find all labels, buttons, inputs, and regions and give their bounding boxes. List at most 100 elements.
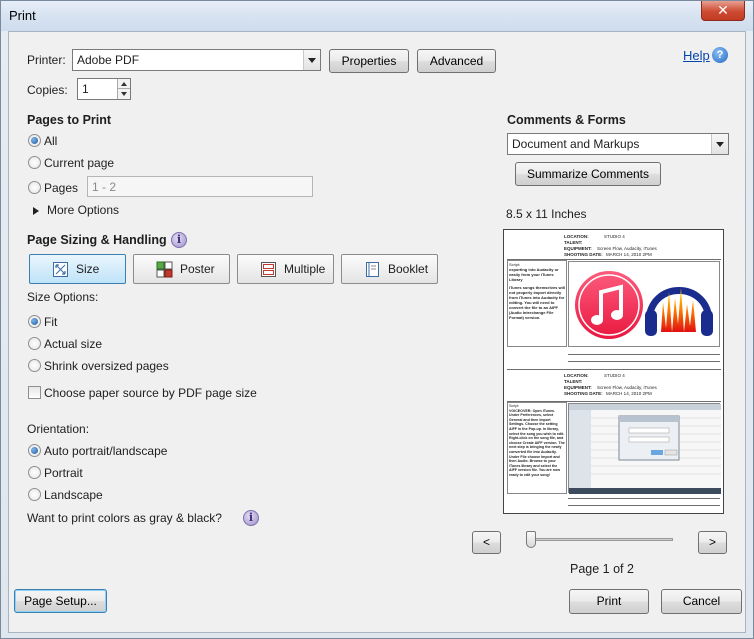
help-icon[interactable]: ? — [712, 47, 728, 63]
booklet-icon — [366, 262, 379, 277]
chevron-down-icon — [711, 134, 728, 154]
printer-label: Printer: — [27, 53, 66, 67]
page-slider-track[interactable] — [527, 538, 673, 541]
radio-all[interactable] — [28, 134, 41, 147]
radio-landscape[interactable] — [28, 488, 41, 501]
shrink-oversized-label[interactable]: Shrink oversized pages — [44, 359, 169, 373]
sheet1-script-text2: iTunes songs themselves will not properl… — [509, 285, 565, 320]
radio-pages[interactable] — [28, 181, 41, 194]
dialog-body: Printer: Adobe PDF Properties Advanced H… — [8, 31, 746, 633]
radio-shrink-oversized[interactable] — [28, 359, 41, 372]
copies-label: Copies: — [27, 83, 68, 97]
sheet1-script-text: exporting into Audacity or easily from y… — [509, 267, 559, 282]
tab-size-label: Size — [76, 262, 100, 276]
page-setup-button[interactable]: Page Setup... — [14, 589, 107, 613]
sheet2-script-text: VOICEOVER: Open iTunes. Under Preference… — [509, 408, 565, 477]
radio-auto-orientation[interactable] — [28, 444, 41, 457]
window-title: Print — [9, 8, 36, 23]
previous-page-button[interactable]: < — [472, 531, 501, 554]
current-page-label[interactable]: Current page — [44, 156, 114, 170]
auto-orientation-label[interactable]: Auto portrait/landscape — [44, 444, 167, 458]
sheet2-script-box: Script: VOICEOVER: Open iTunes. Under Pr… — [507, 402, 567, 494]
size-options-label: Size Options: — [27, 290, 99, 304]
next-page-button[interactable]: > — [698, 531, 727, 554]
landscape-label[interactable]: Landscape — [44, 488, 103, 502]
advanced-button[interactable]: Advanced — [417, 49, 496, 73]
radio-current-page[interactable] — [28, 156, 41, 169]
sheet2-header: LOCATION: STUDIO 4 TALENT: EQUIPMENT: Sc… — [564, 373, 724, 397]
size-icon — [53, 262, 68, 277]
sheet1-script-box: Script: exporting into Audacity or easil… — [507, 260, 567, 347]
sheet1-image — [568, 261, 720, 347]
sheet2-location-label: LOCATION: — [564, 373, 589, 378]
paper-size-label: 8.5 x 11 Inches — [506, 207, 587, 221]
sheet1-equipment-label: EQUIPMENT: — [564, 246, 592, 251]
comments-forms-value: Document and Markups — [512, 137, 640, 151]
summarize-comments-button[interactable]: Summarize Comments — [515, 162, 661, 186]
sheet2-shooting-label: SHOOTING DATE: — [564, 391, 603, 396]
orientation-label: Orientation: — [27, 422, 90, 436]
fit-label[interactable]: Fit — [44, 315, 57, 329]
comments-forms-heading: Comments & Forms — [507, 113, 626, 127]
all-label[interactable]: All — [44, 134, 57, 148]
tab-booklet[interactable]: Booklet — [341, 254, 438, 284]
radio-actual-size[interactable] — [28, 337, 41, 350]
sheet2-location-value: STUDIO 4 — [603, 373, 625, 378]
sheet2-equipment-label: EQUIPMENT: — [564, 385, 592, 390]
copies-value: 1 — [82, 82, 89, 96]
chevron-down-icon — [303, 50, 320, 70]
tab-multiple-label: Multiple — [284, 262, 326, 276]
copies-down-arrow[interactable] — [117, 89, 130, 99]
tab-multiple[interactable]: Multiple — [237, 254, 334, 284]
sheet1-equipment-value: Screen Flow, Audacity, iTunes — [597, 246, 657, 251]
page-sizing-heading: Page Sizing & Handling — [27, 233, 167, 247]
sheet1-shooting-label: SHOOTING DATE: — [564, 252, 603, 257]
itunes-preferences-screenshot — [569, 404, 721, 494]
copies-up-arrow[interactable] — [117, 79, 130, 89]
radio-fit[interactable] — [28, 315, 41, 328]
title-bar[interactable]: Print ✕ — [1, 1, 753, 31]
more-options-toggle[interactable]: More Options — [47, 203, 119, 217]
sheet1-location-label: LOCATION: — [564, 234, 589, 239]
cancel-button[interactable]: Cancel — [661, 589, 742, 614]
expand-triangle-icon[interactable] — [33, 207, 39, 215]
audacity-logo — [645, 287, 713, 336]
printer-select[interactable]: Adobe PDF — [72, 49, 321, 71]
gray-black-question: Want to print colors as gray & black? — [27, 511, 222, 525]
sheet1-location-value: STUDIO 4 — [603, 234, 625, 239]
page-slider-thumb[interactable] — [526, 531, 536, 548]
print-button[interactable]: Print — [569, 589, 649, 614]
choose-paper-checkbox[interactable] — [28, 386, 41, 399]
tab-poster-label: Poster — [180, 262, 215, 276]
itunes-logo — [575, 271, 643, 339]
multiple-icon — [261, 262, 276, 277]
pages-range-input[interactable]: 1 - 2 — [87, 176, 313, 197]
print-preview: LOCATION: STUDIO 4 TALENT: EQUIPMENT: Sc… — [503, 229, 724, 514]
comments-forms-select[interactable]: Document and Markups — [507, 133, 729, 155]
sheet1-shooting-value: MARCH 14, 2010 2PM — [605, 252, 652, 257]
poster-icon — [156, 261, 173, 278]
tab-booklet-label: Booklet — [388, 262, 429, 276]
copies-stepper[interactable]: 1 — [77, 78, 131, 100]
pages-label[interactable]: Pages — [44, 181, 78, 195]
radio-portrait[interactable] — [28, 466, 41, 479]
properties-button[interactable]: Properties — [329, 49, 409, 73]
info-icon-gray[interactable]: i — [243, 510, 259, 526]
page-indicator: Page 1 of 2 — [570, 562, 634, 576]
sheet2-talent-label: TALENT: — [564, 379, 583, 384]
choose-paper-label[interactable]: Choose paper source by PDF page size — [44, 386, 257, 400]
printer-value: Adobe PDF — [77, 53, 140, 67]
portrait-label[interactable]: Portrait — [44, 466, 83, 480]
tab-size[interactable]: Size — [29, 254, 126, 284]
sheet1-header: LOCATION: STUDIO 4 TALENT: EQUIPMENT: Sc… — [564, 234, 724, 258]
tab-poster[interactable]: Poster — [133, 254, 230, 284]
sheet1-talent-label: TALENT: — [564, 240, 583, 245]
sheet2-image — [568, 403, 721, 494]
print-dialog: Print ✕ Printer: Adobe PDF Properties Ad… — [0, 0, 754, 639]
pages-range-value: 1 - 2 — [92, 180, 117, 194]
info-icon[interactable]: i — [171, 232, 187, 248]
itunes-audacity-artwork — [575, 271, 713, 339]
actual-size-label[interactable]: Actual size — [44, 337, 102, 351]
help-link[interactable]: Help — [683, 48, 710, 63]
close-button[interactable]: ✕ — [701, 1, 745, 21]
